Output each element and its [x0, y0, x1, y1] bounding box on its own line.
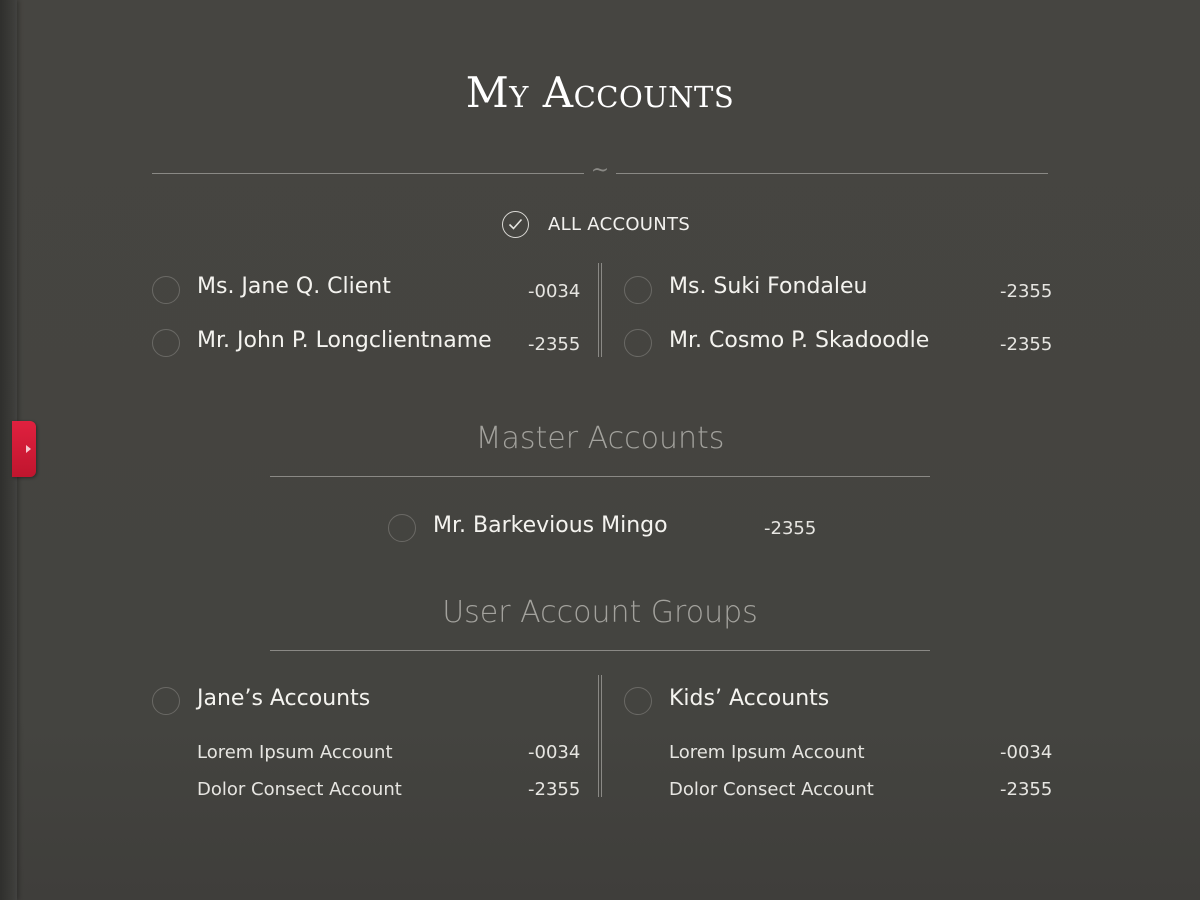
account-name: Ms. Jane Q. Client: [197, 274, 391, 299]
account-name: Mr. John P. Longclientname: [197, 328, 492, 353]
group-name: Kids’ Accounts: [669, 686, 830, 711]
group-account-number: -2355: [1000, 779, 1053, 800]
account-radio[interactable]: [624, 329, 652, 357]
master-account-number: -2355: [764, 518, 817, 539]
title-divider-right: [616, 173, 1048, 174]
account-number: -2355: [528, 334, 581, 355]
accounts-column-divider: [598, 263, 602, 357]
account-number: -2355: [1000, 281, 1053, 302]
account-radio[interactable]: [152, 276, 180, 304]
master-accounts-title: Master Accounts: [475, 421, 725, 456]
group-name: Jane’s Accounts: [197, 686, 371, 711]
tilde-ornament: ~: [590, 158, 610, 183]
group-account-name: Lorem Ipsum Account: [669, 742, 865, 763]
group-account-number: -0034: [1000, 742, 1053, 763]
master-account-name: Mr. Barkevious Mingo: [433, 513, 668, 538]
account-radio[interactable]: [152, 329, 180, 357]
group-account-name: Dolor Consect Account: [669, 779, 874, 800]
master-account-radio[interactable]: [388, 514, 416, 542]
group-account-number: -2355: [528, 779, 581, 800]
title-divider-left: [152, 173, 584, 174]
account-number: -0034: [528, 281, 581, 302]
account-name: Ms. Suki Fondaleu: [669, 274, 868, 299]
account-radio[interactable]: [624, 276, 652, 304]
all-accounts-toggle[interactable]: ALL ACCOUNTS: [502, 209, 690, 239]
check-icon: [502, 210, 529, 238]
user-account-groups-title: User Account Groups: [442, 595, 758, 630]
all-accounts-label: ALL ACCOUNTS: [548, 213, 691, 235]
master-accounts-divider: [270, 476, 930, 477]
account-number: -2355: [1000, 334, 1053, 355]
groups-column-divider: [598, 675, 602, 797]
group-account-name: Lorem Ipsum Account: [197, 742, 393, 763]
accounts-page: My Accounts ~ ALL ACCOUNTS Ms. Jane Q. C…: [0, 0, 1200, 900]
group-account-number: -0034: [528, 742, 581, 763]
user-account-groups-divider: [270, 650, 930, 651]
group-account-name: Dolor Consect Account: [197, 779, 402, 800]
group-radio[interactable]: [624, 687, 652, 715]
page-title: My Accounts: [465, 68, 735, 117]
group-radio[interactable]: [152, 687, 180, 715]
account-name: Mr. Cosmo P. Skadoodle: [669, 328, 930, 353]
